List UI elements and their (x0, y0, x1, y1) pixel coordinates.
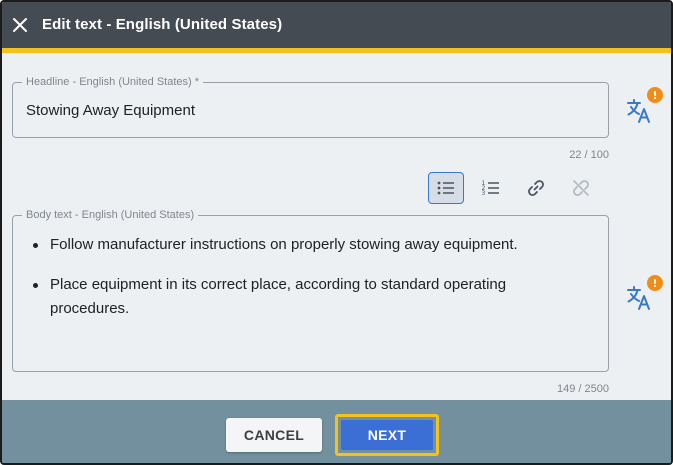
body-text-label: Body text - English (United States) (22, 208, 199, 222)
bulleted-list-button[interactable] (428, 172, 464, 204)
insert-link-button[interactable] (518, 172, 554, 204)
numbered-list-button[interactable]: 1 2 3 (473, 172, 509, 204)
bulleted-list-icon (437, 181, 454, 195)
dialog-title: Edit text - English (United States) (42, 16, 283, 33)
headline-label: Headline - English (United States) * (22, 75, 204, 89)
close-button[interactable] (8, 13, 32, 37)
rich-text-toolbar: 1 2 3 (428, 172, 599, 204)
dialog-header: Edit text - English (United States) (2, 2, 671, 48)
dialog-footer: CANCEL NEXT (2, 400, 671, 463)
remove-link-button[interactable] (563, 172, 599, 204)
body-char-counter: 149 / 2500 (557, 383, 609, 395)
body-warning-badge: ! (647, 275, 663, 291)
body-bullet-list[interactable]: Follow manufacturer instructions on prop… (30, 233, 584, 337)
headline-char-counter: 22 / 100 (569, 149, 609, 161)
next-button[interactable]: NEXT (341, 420, 433, 450)
cancel-button[interactable]: CANCEL (226, 418, 322, 452)
svg-text:3: 3 (482, 190, 486, 197)
list-item[interactable]: Place equipment in its correct place, ac… (30, 273, 584, 321)
header-accent-bar (2, 48, 671, 53)
link-icon (528, 180, 544, 196)
unlink-icon (573, 180, 589, 196)
close-icon (13, 18, 27, 32)
edit-text-dialog: Edit text - English (United States) Head… (0, 0, 673, 465)
body-text-field[interactable]: Body text - English (United States) Foll… (12, 208, 609, 372)
headline-value[interactable]: Stowing Away Equipment (26, 102, 195, 119)
numbered-list-icon: 1 2 3 (482, 180, 499, 197)
list-item[interactable]: Follow manufacturer instructions on prop… (30, 233, 584, 257)
headline-warning-badge: ! (647, 87, 663, 103)
headline-field[interactable]: Headline - English (United States) * Sto… (12, 75, 609, 138)
